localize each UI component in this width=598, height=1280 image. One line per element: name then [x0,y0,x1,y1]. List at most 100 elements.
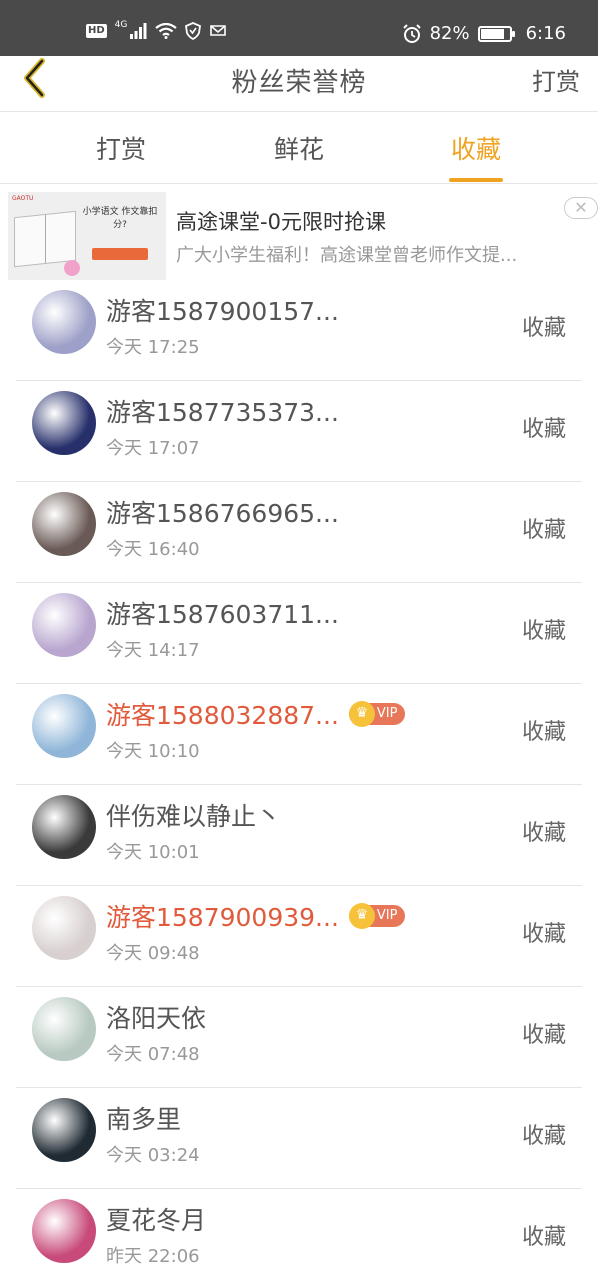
ad-brand-logo: GAOTU [12,195,34,202]
action-label: 收藏 [521,518,566,543]
action-label: 收藏 [521,922,566,947]
tab-reward[interactable]: 打赏 [66,130,176,166]
signal-icon [130,23,147,39]
book-illustration [14,210,76,268]
name-line: 游客1586766965... [106,494,339,530]
user-name: 游客1587603711... [106,600,339,629]
crown-icon: ♛ [348,903,375,929]
action-label: 收藏 [521,619,566,644]
list-item[interactable]: 南多里 今天 03:24 收藏 [16,1088,582,1189]
user-name: 游客1587900939... [106,903,339,932]
active-tab-indicator [449,178,503,182]
tab-bar: 打赏 鲜花 收藏 [0,112,598,184]
timestamp: 今天 10:01 [106,842,200,863]
user-name: 洛阳天依 [106,1004,207,1033]
tab-flowers[interactable]: 鲜花 [244,130,354,166]
status-left: HD 4G [86,20,227,40]
ad-image: GAOTU 小学语文 作文靠扣分? [8,192,166,280]
top-header: 粉丝荣誉榜 打赏 [0,56,598,112]
action-label: 收藏 [521,720,566,745]
name-line: 南多里 [106,1100,181,1136]
user-name: 游客1586766965... [106,499,339,528]
battery-fill [480,29,504,39]
avatar[interactable] [32,896,96,960]
timestamp: 今天 17:07 [106,438,200,459]
fan-list: 游客1587900157... 今天 17:25 收藏 游客1587735373… [0,280,598,1280]
ad-image-tag [92,248,148,260]
tab-label: 收藏 [450,135,501,164]
status-right: 82% 6:16 [402,22,566,46]
message-icon [210,25,227,36]
avatar[interactable] [32,997,96,1061]
ad-description: 广大小学生福利！高途课堂曾老师作文提... [176,245,518,266]
hd-indicator: HD [86,24,107,38]
list-item[interactable]: 游客1586766965... 今天 16:40 收藏 [16,482,582,583]
avatar[interactable] [32,1098,96,1162]
tab-favorites[interactable]: 收藏 [421,130,531,182]
ad-image-text: 小学语文 作文靠扣分? [82,207,158,230]
name-line: 游客1587900939... ♛ VIP [106,898,406,934]
ad-title: 高途课堂-0元限时抢课 [176,210,386,234]
shield-icon [185,22,202,40]
list-item[interactable]: 游客1587603711... 今天 14:17 收藏 [16,583,582,684]
flower-illustration [64,260,80,276]
user-name: 夏花冬月 [106,1206,207,1235]
battery-icon [477,26,515,42]
user-name: 游客1588032887... [106,701,339,730]
clock: 6:16 [525,23,566,44]
page-title: 粉丝荣誉榜 [231,68,367,98]
name-line: 夏花冬月 [106,1201,206,1237]
tab-label: 鲜花 [273,135,324,164]
reward-button[interactable]: 打赏 [532,62,580,97]
list-item[interactable]: 游客1587900939... ♛ VIP 今天 09:48 收藏 [16,886,582,987]
name-line: 游客1588032887... ♛ VIP [106,696,406,732]
list-item[interactable]: 游客1587735373... 今天 17:07 收藏 [16,381,582,482]
action-label: 收藏 [521,316,566,341]
list-item[interactable]: 游客1587900157... 今天 17:25 收藏 [16,280,582,381]
wifi-icon [155,23,178,39]
ad-close-button[interactable]: ✕ [564,197,598,219]
name-line: 游客1587603711... [106,595,339,631]
avatar[interactable] [32,290,96,354]
vip-badge: ♛ VIP [348,701,406,727]
timestamp: 今天 09:48 [106,943,200,964]
list-item[interactable]: 游客1588032887... ♛ VIP 今天 10:10 收藏 [16,684,582,785]
name-line: 伴伤难以静止丶 [106,797,281,833]
tab-label: 打赏 [95,135,146,164]
action-label: 收藏 [521,1225,566,1250]
timestamp: 今天 16:40 [106,539,200,560]
name-line: 洛阳天依 [106,999,206,1035]
avatar[interactable] [32,795,96,859]
timestamp: 今天 14:17 [106,640,200,661]
action-label: 收藏 [521,1023,566,1048]
battery-percent: 82% [429,23,470,44]
user-name: 游客1587735373... [106,398,339,427]
avatar[interactable] [32,593,96,657]
timestamp: 今天 03:24 [106,1145,200,1166]
name-line: 游客1587900157... [106,292,339,328]
ad-banner[interactable]: GAOTU 小学语文 作文靠扣分? 高途课堂-0元限时抢课 广大小学生福利！高途… [0,184,598,284]
timestamp: 今天 10:10 [106,741,200,762]
timestamp: 昨天 22:06 [106,1246,200,1267]
list-item[interactable]: 洛阳天依 今天 07:48 收藏 [16,987,582,1088]
action-label: 收藏 [521,417,566,442]
avatar[interactable] [32,492,96,556]
crown-icon: ♛ [348,701,375,727]
user-name: 游客1587900157... [106,297,339,326]
action-label: 收藏 [521,821,566,846]
avatar[interactable] [32,1199,96,1263]
timestamp: 今天 17:25 [106,337,200,358]
avatar[interactable] [32,694,96,758]
avatar[interactable] [32,391,96,455]
vip-label: VIP [376,908,398,923]
alarm-icon [402,24,421,43]
list-item[interactable]: 伴伤难以静止丶 今天 10:01 收藏 [16,785,582,886]
vip-badge: ♛ VIP [348,903,406,929]
name-line: 游客1587735373... [106,393,339,429]
network-type: 4G [114,20,128,30]
action-label: 收藏 [521,1124,566,1149]
status-bar: HD 4G 82% 6:16 [0,0,598,56]
user-name: 伴伤难以静止丶 [106,802,282,831]
list-item[interactable]: 夏花冬月 昨天 22:06 收藏 [16,1189,582,1280]
vip-label: VIP [376,706,398,721]
